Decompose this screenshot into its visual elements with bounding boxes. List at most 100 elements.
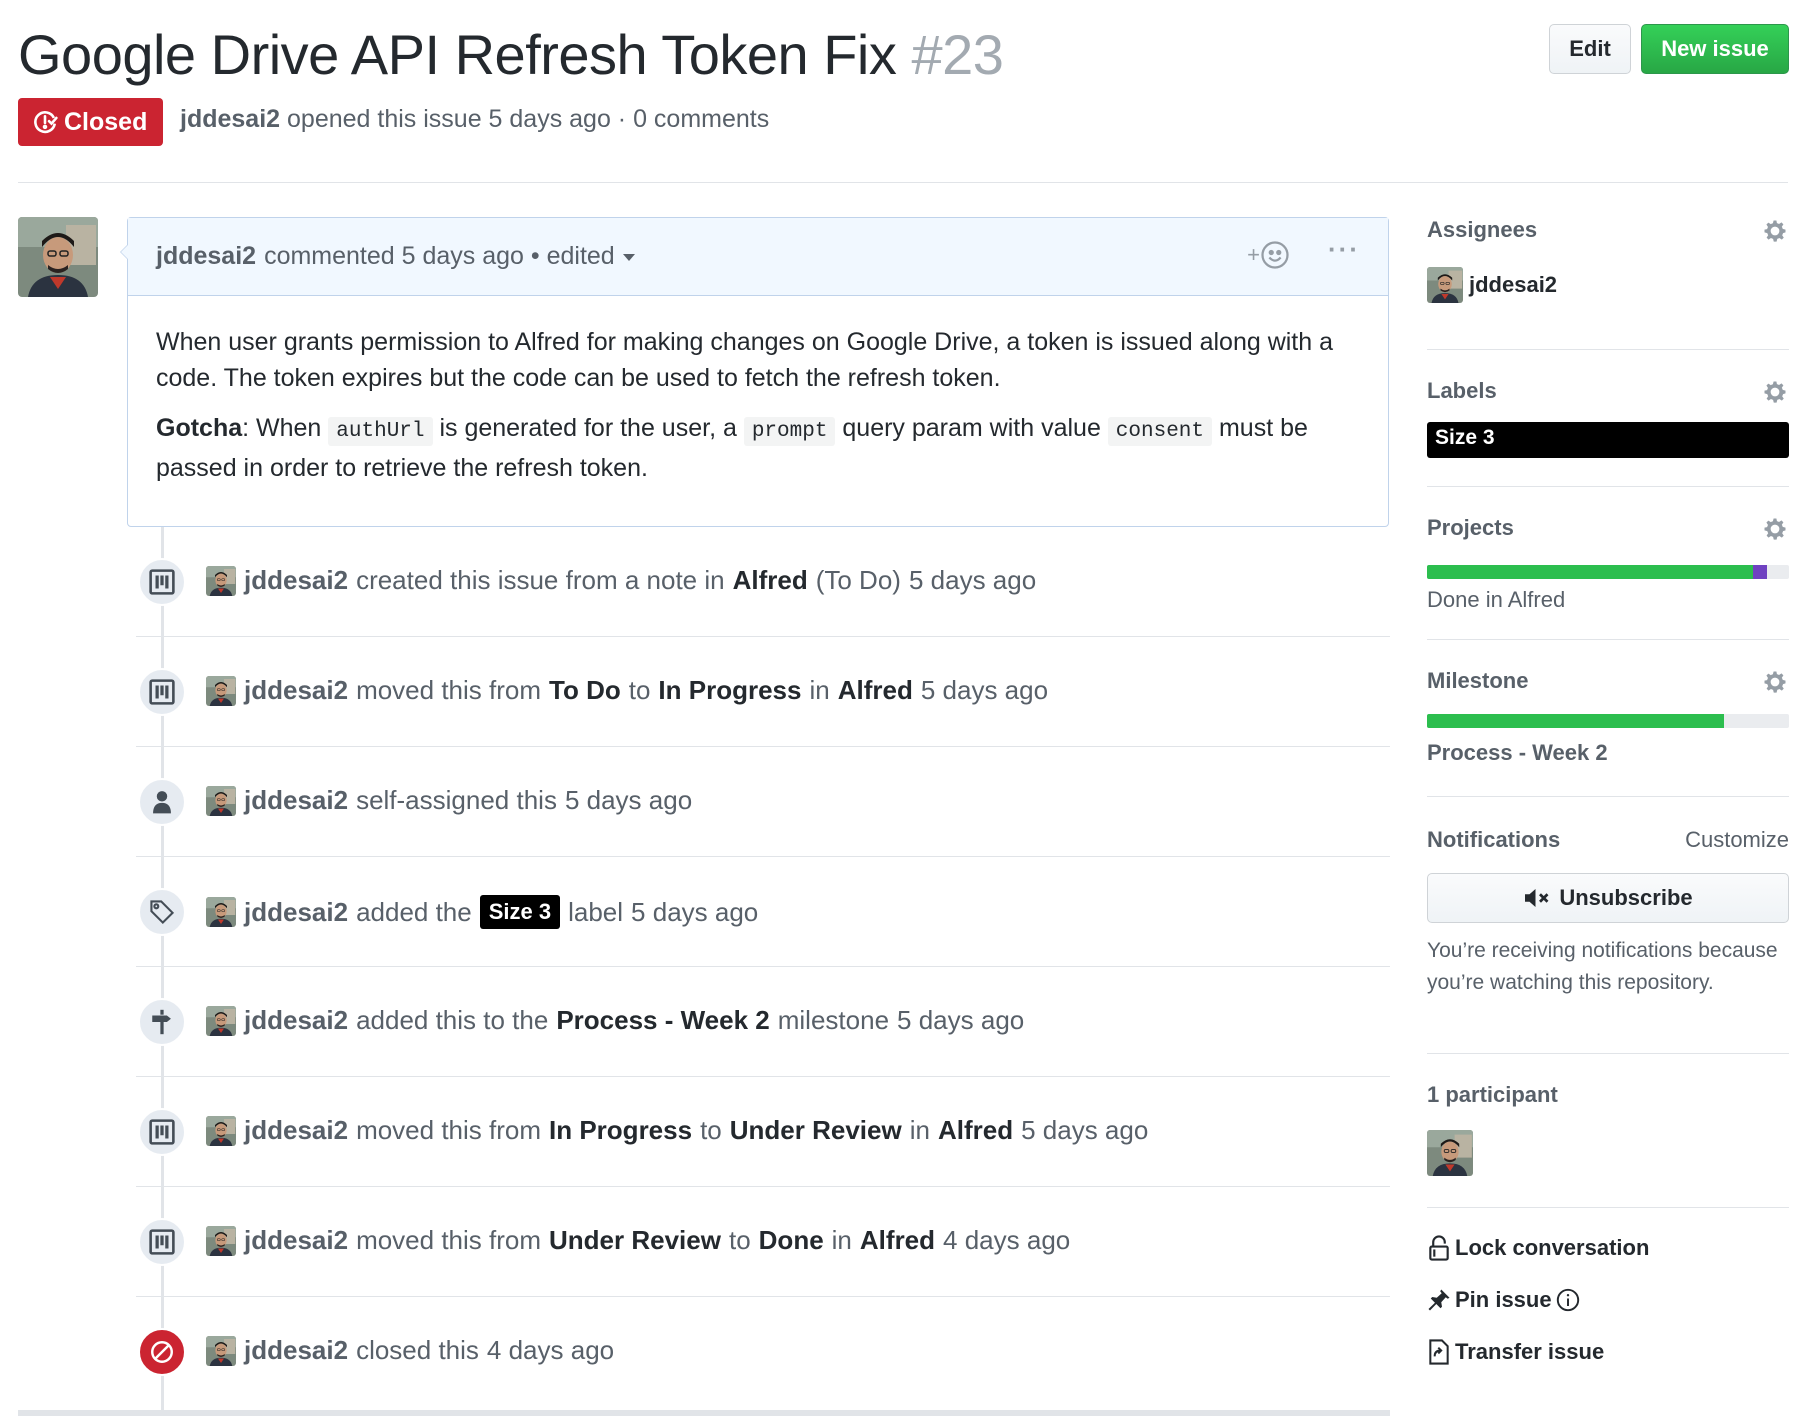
avatar[interactable] — [206, 676, 236, 706]
sidebar-section-title: 1 participant — [1427, 1082, 1558, 1107]
event-project-link[interactable]: Alfred — [733, 565, 808, 596]
avatar[interactable] — [18, 217, 98, 297]
kebab-horizontal-icon[interactable]: ··· — [1328, 234, 1360, 265]
event-text: added this to the — [356, 1005, 549, 1035]
timeline-event-text: jddesai2 added this to the Process - Wee… — [206, 1005, 1024, 1036]
lock-icon — [1429, 1235, 1449, 1261]
sidebar-milestone: Milestone Process - Week 2 — [1427, 640, 1789, 797]
avatar[interactable] — [206, 1006, 236, 1036]
status-text: Closed — [64, 107, 148, 136]
transfer-issue-button[interactable]: Transfer issue — [1427, 1339, 1789, 1365]
milestone-progress-bar — [1427, 714, 1789, 728]
comment-author-link[interactable]: jddesai2 — [156, 242, 256, 271]
issue-comment: jddesai2 commented 5 days ago • edited +… — [120, 217, 1389, 527]
assignee-item[interactable]: jddesai2 — [1427, 267, 1789, 303]
text-fragment: : When — [242, 414, 329, 442]
lock-conversation-button[interactable]: Lock conversation — [1427, 1235, 1789, 1261]
unsubscribe-button[interactable]: Unsubscribe — [1427, 873, 1789, 923]
sidebar-participants: 1 participant — [1427, 1054, 1789, 1208]
gear-icon[interactable] — [1761, 515, 1789, 543]
event-text: created this issue from a note in — [356, 565, 725, 595]
info-icon[interactable] — [1556, 1287, 1580, 1313]
event-text: label — [568, 896, 624, 927]
sidebar-labels: Labels Size 3 — [1427, 350, 1789, 487]
event-time[interactable]: 4 days ago — [943, 1225, 1070, 1256]
event-time[interactable]: 5 days ago — [1021, 1115, 1148, 1146]
avatar[interactable] — [206, 1336, 236, 1366]
comment-header: jddesai2 commented 5 days ago • edited +… — [128, 218, 1388, 296]
event-project-link[interactable]: Alfred — [860, 1225, 935, 1256]
timeline-event: jddesai2 closed this 4 days ago — [136, 1297, 1390, 1407]
avatar[interactable] — [206, 1226, 236, 1256]
sidebar-section-title: Milestone — [1427, 668, 1529, 693]
event-text: in — [809, 675, 830, 705]
transfer-label: Transfer issue — [1455, 1339, 1605, 1364]
event-time[interactable]: 5 days ago — [909, 565, 1036, 596]
gear-icon[interactable] — [1761, 668, 1789, 696]
event-text: to — [628, 675, 651, 705]
sidebar-projects: Projects Done in Alfred — [1427, 487, 1789, 640]
issue-meta: jddesai2 opened this issue 5 days ago · … — [180, 105, 769, 134]
comment-body: When user grants permission to Alfred fo… — [128, 296, 1388, 486]
event-column: Done — [758, 1225, 824, 1255]
gear-icon[interactable] — [1761, 378, 1789, 406]
sidebar-actions: Lock conversation Pin issue Transfer iss… — [1427, 1208, 1789, 1365]
event-column: Under Review — [729, 1115, 902, 1145]
avatar[interactable] — [206, 786, 236, 816]
event-time[interactable]: 5 days ago — [897, 1005, 1024, 1036]
notification-reason: You’re receiving notifications because y… — [1427, 939, 1778, 994]
avatar[interactable] — [206, 566, 236, 596]
event-text: moved this from — [356, 675, 542, 705]
event-user-link[interactable]: jddesai2 — [244, 675, 348, 706]
event-time[interactable]: 4 days ago — [487, 1335, 614, 1366]
event-user-link[interactable]: jddesai2 — [244, 1225, 348, 1256]
text-fragment: query param with value — [835, 414, 1108, 442]
plus-text: + — [1247, 242, 1260, 267]
event-time[interactable]: 5 days ago — [921, 675, 1048, 706]
mute-icon — [1525, 889, 1549, 907]
event-project-link[interactable]: Alfred — [938, 1115, 1013, 1146]
issue-opened-text: opened this issue 5 days ago · 0 comment… — [287, 105, 770, 133]
add-reaction-button[interactable]: + — [1247, 240, 1290, 270]
event-user-link[interactable]: jddesai2 — [244, 897, 348, 928]
timeline-event-text: jddesai2 moved this from In Progress to … — [206, 1115, 1148, 1146]
timeline-event-text: jddesai2 moved this from Under Review to… — [206, 1225, 1070, 1256]
avatar[interactable] — [1427, 1130, 1473, 1176]
smiley-icon — [1261, 241, 1289, 269]
issue-sidebar: Assignees jddesai2 Labels Size 3 Project… — [1427, 217, 1789, 1365]
timeline-event-text: jddesai2 added the Size 3 label 5 days a… — [206, 895, 758, 929]
milestone-link[interactable]: Process - Week 2 — [1427, 740, 1789, 766]
event-column: In Progress — [549, 1115, 693, 1145]
pin-issue-button[interactable]: Pin issue — [1427, 1287, 1789, 1313]
event-text: to — [728, 1225, 751, 1255]
event-user-link[interactable]: jddesai2 — [244, 785, 348, 816]
label-badge[interactable]: Size 3 — [1427, 422, 1789, 458]
event-user-link[interactable]: jddesai2 — [244, 565, 348, 596]
avatar[interactable] — [206, 897, 236, 927]
sidebar-section-title: Projects — [1427, 515, 1514, 540]
comment-meta: commented 5 days ago • edited — [264, 242, 615, 270]
event-project-link[interactable]: Alfred — [838, 675, 913, 706]
event-column: To Do — [549, 675, 621, 705]
gear-icon[interactable] — [1761, 217, 1789, 245]
event-user-link[interactable]: jddesai2 — [244, 1335, 348, 1366]
pin-label: Pin issue — [1455, 1287, 1552, 1312]
event-time[interactable]: 5 days ago — [565, 785, 692, 816]
event-time[interactable]: 5 days ago — [631, 897, 758, 928]
chevron-down-icon[interactable] — [622, 254, 635, 267]
event-text: to — [700, 1115, 722, 1145]
timeline-event-text: jddesai2 moved this from To Do to In Pro… — [206, 675, 1048, 706]
customize-link[interactable]: Customize — [1685, 827, 1789, 853]
event-milestone-link[interactable]: Process - Week 2 — [556, 1005, 769, 1036]
new-issue-button[interactable]: New issue — [1641, 24, 1789, 74]
progress-inprogress-segment — [1752, 565, 1768, 579]
event-text: milestone — [777, 1005, 890, 1035]
avatar[interactable] — [206, 1116, 236, 1146]
avatar — [1427, 267, 1463, 303]
issue-author-link[interactable]: jddesai2 — [180, 105, 280, 133]
event-user-link[interactable]: jddesai2 — [244, 1005, 348, 1036]
project-status[interactable]: Done in Alfred — [1427, 587, 1789, 613]
edit-button[interactable]: Edit — [1549, 24, 1631, 74]
label-badge[interactable]: Size 3 — [479, 895, 561, 929]
event-user-link[interactable]: jddesai2 — [244, 1115, 348, 1146]
